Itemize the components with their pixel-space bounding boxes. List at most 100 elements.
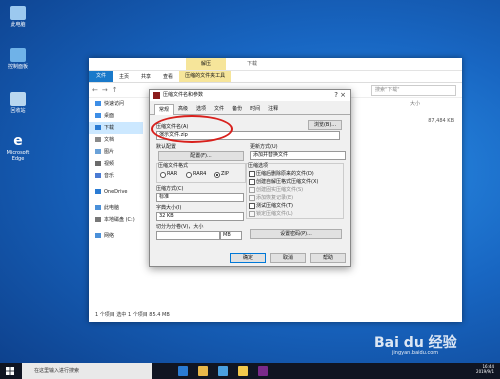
desktop-folder-icon (95, 113, 101, 118)
delete-files-checkbox[interactable] (249, 171, 255, 177)
nav-item-desktop[interactable]: 桌面 (89, 110, 143, 122)
desktop-icon-control-panel[interactable]: 控制面板 (2, 48, 34, 70)
ribbon-tab-zip-tools[interactable]: 压缩的文件夹工具 (179, 71, 232, 82)
ok-button[interactable]: 确定 (230, 253, 266, 263)
format-rar4-radio[interactable] (186, 172, 192, 178)
desktop-icon-computer[interactable]: 此电脑 (2, 6, 34, 28)
set-password-button[interactable]: 设置密码(P)... (250, 229, 342, 239)
nav-item-onedrive[interactable]: OneDrive (89, 186, 143, 198)
up-arrow-icon[interactable]: ↑ (112, 86, 118, 94)
option-label: 添加恢复记录(E) (256, 195, 294, 201)
nav-item-network[interactable]: 网络 (89, 230, 143, 242)
winrar-icon (153, 92, 160, 99)
status-bar: 1 个项目 选中 1 个项目 85.4 MB (95, 312, 170, 318)
ribbon-tab-home[interactable]: 主页 (113, 73, 135, 80)
tab-backup[interactable]: 备份 (228, 104, 246, 114)
column-header-size[interactable]: 大小 (410, 100, 420, 107)
solid-archive-checkbox[interactable] (249, 187, 255, 193)
recovery-record-checkbox[interactable] (249, 195, 255, 201)
edge-icon[interactable] (178, 366, 188, 376)
tab-options[interactable]: 选项 (192, 104, 210, 114)
nav-item-music[interactable]: 音乐 (89, 170, 143, 182)
help-button[interactable]: 帮助 (310, 253, 346, 263)
back-arrow-icon[interactable]: ← (92, 86, 98, 94)
ribbon-tab-file[interactable]: 文件 (89, 71, 114, 82)
dialog-tabs: 常规 高级 选项 文件 备份 时间 注释 (150, 101, 350, 115)
dialog-title: 压缩文件名和参数 (163, 92, 204, 98)
document-icon (95, 137, 101, 142)
download-icon (95, 125, 101, 130)
taskbar-search-box[interactable]: 在这里输入进行搜索 (22, 363, 152, 379)
option-label: 创建固实压缩文件(S) (256, 187, 304, 193)
compression-method-label: 压缩方式(C) (156, 186, 184, 192)
folder-icon[interactable] (238, 366, 248, 376)
browse-button[interactable]: 浏览(B)... (308, 120, 342, 130)
ribbon-tab-share[interactable]: 共享 (135, 73, 157, 80)
option-label: 创建自解压格式压缩文件(X) (256, 179, 319, 185)
extract-context-tab[interactable]: 解压 (186, 58, 226, 70)
search-input[interactable]: 搜索"下载" (371, 84, 456, 96)
lock-archive-checkbox[interactable] (249, 211, 255, 217)
desktop-icon-recycle-bin[interactable]: 回收站 (2, 92, 34, 114)
tab-advanced[interactable]: 高级 (174, 104, 192, 114)
network-icon (95, 233, 101, 238)
desktop-icon-edge[interactable]: e Microsoft Edge (2, 134, 34, 162)
cloud-icon (95, 189, 101, 194)
drive-icon (95, 217, 101, 222)
tab-files[interactable]: 文件 (210, 104, 228, 114)
dictionary-size-select[interactable]: 32 KB (156, 212, 244, 221)
nav-item-quick-access[interactable]: 快速访问 (89, 98, 143, 110)
winrar-icon[interactable] (258, 366, 268, 376)
window-title: 下载 (247, 61, 258, 67)
profile-label: 默认配置 (156, 144, 177, 150)
highlight-ellipse (151, 115, 233, 143)
desktop-icon-label: 回收站 (10, 108, 26, 114)
desktop-icon-label: Microsoft Edge (6, 150, 30, 162)
clock-date: 2019/9/1 (476, 368, 494, 374)
tab-general[interactable]: 常规 (154, 104, 175, 115)
baidu-watermark-url: jingyan.baidu.com (392, 350, 439, 356)
ribbon-tab-view[interactable]: 查看 (157, 73, 179, 80)
system-clock[interactable]: 16:44 2019/9/1 (476, 364, 494, 375)
format-zip-radio[interactable] (214, 172, 220, 178)
file-explorer-icon[interactable] (198, 366, 208, 376)
store-icon[interactable] (218, 366, 228, 376)
nav-item-this-pc[interactable]: 此电脑 (89, 202, 143, 214)
windows-start-icon[interactable] (6, 367, 14, 375)
control-panel-icon (10, 48, 26, 62)
format-zip-label: ZIP (221, 171, 229, 177)
explorer-titlebar: 解压 下载 (89, 58, 462, 71)
nav-item-downloads[interactable]: 下载 (89, 122, 143, 134)
forward-arrow-icon[interactable]: → (102, 86, 108, 94)
nav-item-documents[interactable]: 文档 (89, 134, 143, 146)
dictionary-size-label: 字典大小(I) (156, 205, 182, 211)
ribbon-tabs: 文件 主页 共享 查看 压缩的文件夹工具 (89, 71, 462, 83)
test-archive-checkbox[interactable] (249, 203, 255, 209)
tab-time[interactable]: 时间 (246, 104, 264, 114)
computer-icon (95, 205, 101, 210)
compression-method-select[interactable]: 标准 (156, 193, 244, 202)
edge-icon: e (13, 133, 23, 149)
star-icon (95, 101, 101, 106)
split-volumes-size-input[interactable] (156, 231, 220, 240)
cancel-button[interactable]: 取消 (270, 253, 306, 263)
picture-icon (95, 149, 101, 154)
help-close-buttons[interactable]: ? × (334, 90, 346, 101)
sfx-checkbox[interactable] (249, 179, 255, 185)
tab-comment[interactable]: 注释 (264, 104, 282, 114)
profiles-button[interactable]: 配置(F)... (158, 151, 244, 161)
update-mode-select[interactable]: 添加并替换文件 (250, 151, 346, 160)
nav-item-local-disk[interactable]: 本地磁盘 (C:) (89, 214, 143, 226)
nav-item-pictures[interactable]: 图片 (89, 146, 143, 158)
split-unit-select[interactable]: MB (220, 231, 242, 240)
update-mode-label: 更新方式(U) (250, 144, 278, 150)
baidu-watermark: Bai du 经验 (374, 335, 457, 351)
computer-icon (10, 6, 26, 20)
recycle-bin-icon (10, 92, 26, 106)
taskbar: 在这里输入进行搜索 16:44 2019/9/1 (0, 363, 500, 379)
format-rar-radio[interactable] (160, 172, 166, 178)
nav-item-videos[interactable]: 视频 (89, 158, 143, 170)
format-rar4-label: RAR4 (193, 171, 207, 177)
dialog-titlebar: 压缩文件名和参数 ? × (150, 90, 350, 101)
option-label: 压缩后删除原来的文件(D) (256, 171, 314, 177)
